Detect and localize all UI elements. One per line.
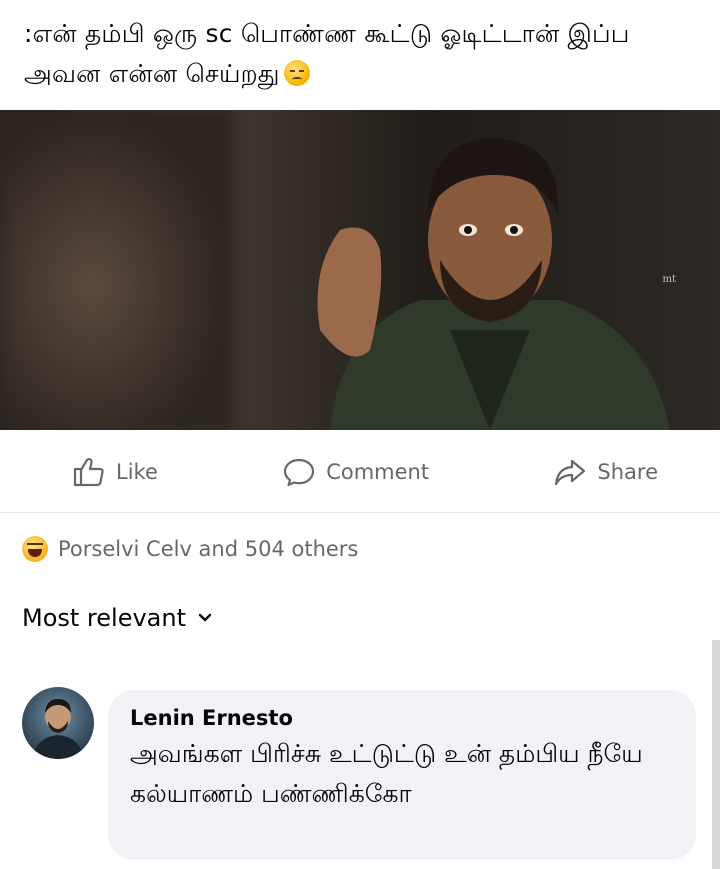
- thumbs-up-icon: [73, 457, 104, 487]
- comments-sort-label: Most relevant: [22, 604, 187, 632]
- sad-face-emoji-icon: [283, 60, 310, 86]
- comment-label: Comment: [326, 460, 430, 484]
- post-caption: :என் தம்பி ஒரு sc பொண்ண கூட்டு ஓடிட்டான்…: [24, 14, 694, 94]
- reactions-summary-text: Porselvi Celv and 504 others: [58, 537, 359, 561]
- like-label: Like: [116, 460, 158, 484]
- reactions-summary[interactable]: Porselvi Celv and 504 others: [22, 536, 358, 562]
- post-photo[interactable]: mt: [0, 110, 720, 430]
- share-label: Share: [597, 460, 658, 484]
- scrollbar[interactable]: [712, 640, 720, 869]
- share-button[interactable]: Share: [553, 456, 658, 488]
- photo-blurred-background: [0, 110, 230, 430]
- haha-reaction-icon: [22, 536, 48, 562]
- comment-author[interactable]: Lenin Ernesto: [130, 706, 674, 730]
- share-arrow-icon: [555, 459, 586, 486]
- avatar-figure: [32, 699, 84, 759]
- comment-bubble: Lenin Ernesto அவங்கள பிரிச்சு உட்டுட்டு …: [108, 690, 696, 860]
- post-action-bar: Like Comment Share: [0, 440, 720, 504]
- photo-person-figure: [317, 138, 670, 430]
- comment-bubble-icon: [284, 458, 315, 487]
- chevron-down-icon: [198, 613, 212, 622]
- comment-button[interactable]: Comment: [282, 456, 429, 488]
- comments-sort-dropdown[interactable]: Most relevant: [22, 604, 212, 632]
- comment-text: அவங்கள பிரிச்சு உட்டுட்டு உன் தம்பிய நீய…: [130, 739, 643, 808]
- photo-watermark: mt: [662, 274, 676, 285]
- avatar[interactable]: [22, 687, 94, 759]
- like-button[interactable]: Like: [72, 456, 158, 488]
- post-caption-text: :என் தம்பி ஒரு sc பொண்ண கூட்டு ஓடிட்டான்…: [24, 19, 630, 88]
- section-divider: [0, 512, 720, 513]
